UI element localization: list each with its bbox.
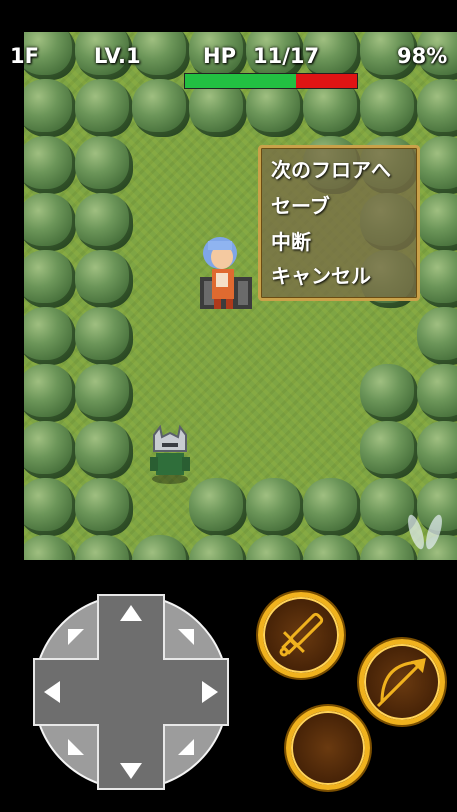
tree-tile: [75, 136, 133, 194]
hp-label: HP: [203, 44, 236, 68]
menu-item-suspend[interactable]: 中断: [271, 226, 311, 255]
game-screen: 1F LV.1 HP 11/17 98% 次のフロアへ セーブ 中断 キャンセル: [0, 0, 457, 812]
tree-tile: [360, 79, 418, 137]
menu-item-next-floor[interactable]: 次のフロアへ: [271, 154, 391, 183]
tree-tile: [24, 193, 76, 251]
menu-item-save[interactable]: セーブ: [271, 190, 330, 219]
hp-bar-fill: [185, 74, 297, 88]
tree-tile: [75, 421, 133, 479]
tree-tile: [24, 421, 76, 479]
sword-icon: [279, 612, 324, 657]
hp-value: 11/17: [253, 44, 320, 68]
tree-tile: [303, 478, 361, 536]
extra-action-button[interactable]: [286, 706, 370, 790]
tree-tile: [246, 478, 304, 536]
tree-tile: [189, 478, 247, 536]
tree-tile: [75, 193, 133, 251]
bow-button[interactable]: [359, 639, 445, 725]
tree-tile: [24, 136, 76, 194]
tree-tile: [75, 250, 133, 308]
tree-tile: [24, 478, 76, 536]
dpad[interactable]: [32, 593, 230, 791]
attack-button[interactable]: [258, 592, 344, 678]
action-menu: 次のフロアへ セーブ 中断 キャンセル: [258, 145, 420, 301]
bunny-ears-icon: [408, 514, 442, 550]
floor-indicator: 1F: [10, 44, 39, 68]
menu-item-cancel[interactable]: キャンセル: [271, 260, 371, 289]
level-indicator: LV.1: [94, 44, 141, 68]
tree-tile: [24, 79, 76, 137]
tree-tile: [360, 364, 418, 422]
bow-icon: [376, 658, 426, 708]
tree-tile: [24, 307, 76, 365]
hero-character: [200, 237, 252, 309]
armored-enemy: [150, 424, 190, 484]
tree-tile: [24, 250, 76, 308]
tree-tile: [75, 478, 133, 536]
tree-tile: [132, 79, 190, 137]
tree-tile: [360, 421, 418, 479]
tree-tile: [75, 307, 133, 365]
tree-tile: [75, 364, 133, 422]
tree-tile: [75, 79, 133, 137]
battery-indicator: 98%: [397, 44, 448, 68]
hp-bar: [184, 73, 358, 89]
tree-tile: [24, 364, 76, 422]
